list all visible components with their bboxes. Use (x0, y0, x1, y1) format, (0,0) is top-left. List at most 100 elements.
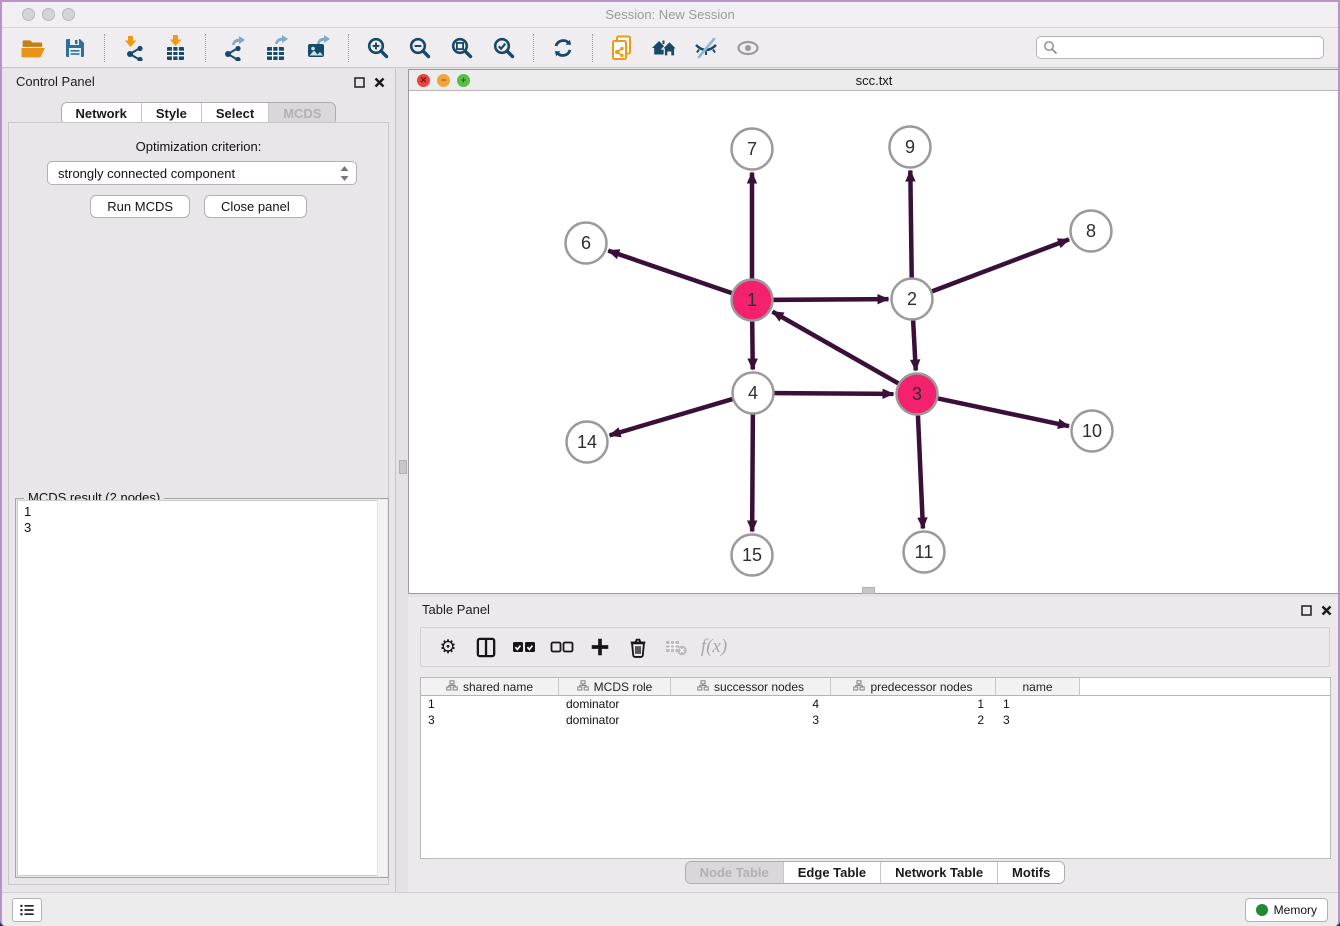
close-panel-icon[interactable] (374, 75, 385, 93)
column-header-MCDS-role[interactable]: MCDS role (559, 678, 671, 695)
import-table-icon[interactable] (161, 33, 191, 63)
eye-icon[interactable] (733, 33, 763, 63)
add-column-icon[interactable] (585, 633, 615, 661)
zoom-window-button[interactable] (62, 8, 75, 21)
close-panel-button[interactable]: Close panel (204, 195, 307, 218)
column-header-predecessor-nodes[interactable]: predecessor nodes (831, 678, 996, 695)
tab-mcds[interactable]: MCDS (268, 103, 335, 124)
select-stepper-icon (339, 165, 350, 185)
save-icon[interactable] (60, 33, 90, 63)
svg-text:10: 10 (1082, 421, 1102, 441)
table-cell[interactable]: 1 (996, 696, 1080, 712)
column-header-successor-nodes[interactable]: successor nodes (671, 678, 831, 695)
search-input[interactable] (1036, 36, 1324, 59)
graph-node-11[interactable]: 11 (904, 532, 945, 573)
delete-column-icon[interactable] (623, 633, 653, 661)
graph-node-10[interactable]: 10 (1072, 411, 1113, 452)
table-row[interactable]: 1dominator411 (421, 696, 1330, 712)
table-cell[interactable]: dominator (559, 696, 671, 712)
table-cell[interactable]: 4 (671, 696, 831, 712)
network-minimize-icon[interactable]: − (437, 74, 450, 87)
table-tab-network-table[interactable]: Network Table (880, 862, 997, 883)
refresh-icon[interactable] (548, 33, 578, 63)
export-table-icon[interactable] (262, 33, 292, 63)
graph-edge-4-14[interactable] (610, 394, 752, 436)
graph-node-1[interactable]: 1 (732, 280, 773, 321)
graph-node-7[interactable]: 7 (732, 129, 773, 170)
graph-edge-3-10[interactable] (919, 394, 1069, 426)
table-cell[interactable]: dominator (559, 712, 671, 728)
import-network-icon[interactable] (119, 33, 149, 63)
graph-edge-4-3[interactable] (755, 393, 894, 394)
eye-slash-icon[interactable] (691, 33, 721, 63)
table-cell[interactable]: 3 (421, 712, 559, 728)
float-table-panel-icon[interactable] (1301, 603, 1312, 621)
graph-node-3[interactable]: 3 (897, 374, 938, 415)
deselect-all-checks-icon[interactable] (547, 633, 577, 661)
table-tab-node-table[interactable]: Node Table (686, 862, 783, 883)
graph-node-15[interactable]: 15 (732, 535, 773, 576)
svg-text:2: 2 (907, 289, 917, 309)
result-scrollbar[interactable] (377, 500, 387, 876)
table-cell[interactable]: 3 (671, 712, 831, 728)
graph-node-8[interactable]: 8 (1071, 211, 1112, 252)
horizontal-splitter-handle[interactable] (862, 587, 875, 594)
table-cell[interactable]: 1 (421, 696, 559, 712)
column-header-name[interactable]: name (996, 678, 1080, 695)
delete-table-icon (661, 633, 691, 661)
network-window-titlebar[interactable]: ✕ − + scc.txt (409, 70, 1339, 91)
task-history-button[interactable] (12, 898, 42, 922)
open-folder-icon[interactable] (18, 33, 48, 63)
export-image-icon[interactable] (304, 33, 334, 63)
control-panel-title: Control Panel (16, 74, 95, 89)
graph-node-2[interactable]: 2 (892, 279, 933, 320)
graph-edge-1-2[interactable] (754, 299, 889, 300)
close-window-button[interactable] (22, 8, 35, 21)
tree-icon (446, 680, 458, 694)
table-cell[interactable]: 3 (996, 712, 1080, 728)
home-icon[interactable] (649, 33, 679, 63)
table-tab-edge-table[interactable]: Edge Table (783, 862, 880, 883)
network-close-icon[interactable]: ✕ (417, 74, 430, 87)
graph-edge-4-15[interactable] (752, 395, 753, 532)
gear-icon[interactable]: ⚙ (433, 633, 463, 661)
export-network-icon[interactable] (220, 33, 250, 63)
graph-edge-2-8[interactable] (914, 239, 1069, 298)
table-tab-motifs[interactable]: Motifs (997, 862, 1064, 883)
mcds-result-text[interactable]: 1 3 (17, 500, 387, 876)
graph-edge-3-1[interactable] (772, 312, 915, 393)
graph-node-6[interactable]: 6 (566, 223, 607, 264)
zoom-in-icon[interactable] (363, 33, 393, 63)
memory-button[interactable]: Memory (1245, 898, 1328, 922)
window-titlebar[interactable]: Session: New Session (2, 2, 1338, 28)
graph-node-14[interactable]: 14 (567, 422, 608, 463)
graph-node-9[interactable]: 9 (890, 127, 931, 168)
criterion-select[interactable]: strongly connected component (47, 161, 357, 185)
zoom-fit-icon[interactable] (447, 33, 477, 63)
tab-select[interactable]: Select (201, 103, 268, 124)
svg-text:14: 14 (577, 432, 597, 452)
network-maximize-icon[interactable]: + (457, 74, 470, 87)
table-cell[interactable]: 1 (831, 696, 996, 712)
tab-style[interactable]: Style (141, 103, 201, 124)
column-header-shared-name[interactable]: shared name (421, 678, 559, 695)
zoom-out-icon[interactable] (405, 33, 435, 63)
zoom-selected-icon[interactable] (489, 33, 519, 63)
table-cell[interactable]: 2 (831, 712, 996, 728)
network-canvas[interactable]: 7 9 6 8 1 2 4 3 14 10 15 11 (409, 91, 1339, 594)
tab-network[interactable]: Network (62, 103, 141, 124)
float-panel-icon[interactable] (354, 75, 365, 93)
select-all-checks-icon[interactable] (509, 633, 539, 661)
vertical-splitter-handle[interactable] (399, 460, 407, 474)
graph-edge-1-6[interactable] (608, 251, 750, 300)
run-mcds-button[interactable]: Run MCDS (90, 195, 190, 218)
close-table-panel-icon[interactable] (1321, 603, 1332, 621)
function-builder-icon: f(x) (699, 633, 729, 661)
minimize-window-button[interactable] (42, 8, 55, 21)
graph-node-4[interactable]: 4 (733, 373, 774, 414)
new-network-icon[interactable] (607, 33, 637, 63)
app-window: Session: New Session Control Panel Netwo… (0, 0, 1340, 926)
graph-edge-3-11[interactable] (917, 396, 923, 529)
table-row[interactable]: 3dominator323 (421, 712, 1330, 728)
split-columns-icon[interactable] (471, 633, 501, 661)
